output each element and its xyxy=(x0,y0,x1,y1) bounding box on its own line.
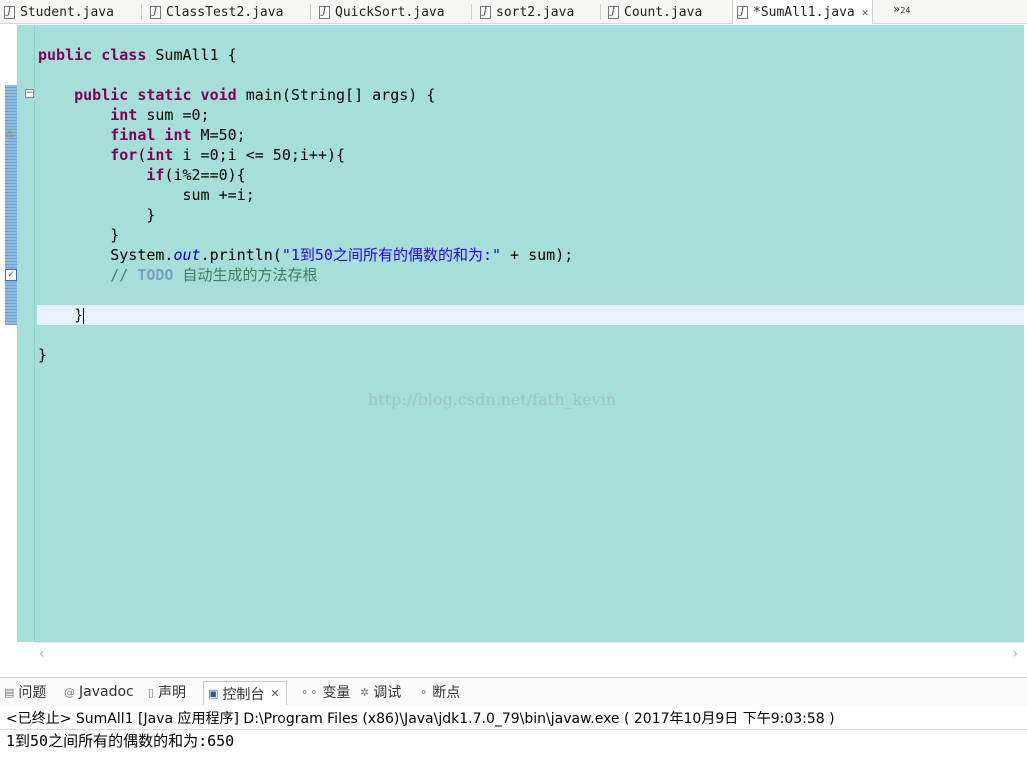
horizontal-scrollbar[interactable]: ‹ › xyxy=(35,642,1024,664)
console-icon: ▣ xyxy=(208,687,219,700)
tab-label: *SumAll1.java xyxy=(753,4,855,20)
tab-sumall1-java[interactable]: *SumAll1.java ✕ xyxy=(732,0,874,24)
tab-student-java[interactable]: Student.java xyxy=(4,0,114,24)
tab-label: sort2.java xyxy=(496,4,575,20)
tab-divider xyxy=(141,4,142,20)
overflow-count: 24 xyxy=(900,6,911,15)
problems-icon: ▤ xyxy=(4,685,15,699)
tab-divider xyxy=(600,4,601,20)
declaration-icon: ▯ xyxy=(148,685,155,699)
code-line: } xyxy=(38,346,48,364)
tab-divider xyxy=(310,4,311,20)
tab-problems[interactable]: ▤ 问题 xyxy=(4,682,46,702)
task-marker-icon[interactable]: ✓ xyxy=(5,269,17,281)
java-file-icon xyxy=(608,5,619,19)
code-line: } xyxy=(74,306,85,324)
console-process-title: <已终止> SumAll1 [Java 应用程序] D:\Program Fil… xyxy=(6,711,835,727)
javadoc-icon: @ xyxy=(64,685,75,699)
code-line: if(i%2==0){ xyxy=(146,166,246,184)
console-view[interactable]: <已终止> SumAll1 [Java 应用程序] D:\Program Fil… xyxy=(0,705,1027,781)
fold-collapse-icon[interactable]: − xyxy=(25,89,34,98)
code-line: public static void main(String[] args) { xyxy=(74,86,436,104)
tab-javadoc[interactable]: @ Javadoc xyxy=(64,682,134,702)
tab-console[interactable]: ▣ 控制台 ✕ xyxy=(203,681,287,705)
code-line: int sum =0; xyxy=(110,106,210,124)
java-file-icon xyxy=(319,5,330,19)
text-caret xyxy=(83,307,85,324)
tab-count-java[interactable]: Count.java xyxy=(608,0,702,24)
change-bar xyxy=(5,85,17,325)
close-icon[interactable]: ✕ xyxy=(862,6,869,19)
tab-debug[interactable]: ✲ 调试 xyxy=(360,682,401,702)
code-line: } xyxy=(110,226,120,244)
java-file-icon xyxy=(480,5,491,19)
code-line: sum +=i; xyxy=(182,186,255,204)
tab-label: Student.java xyxy=(20,4,114,20)
code-line: final int M=50; xyxy=(110,126,246,144)
warning-marker-icon[interactable]: ⚠ xyxy=(5,129,17,141)
code-editor[interactable]: ⚠ ✓ − public class SumAll1 { public stat… xyxy=(0,25,1027,665)
tab-declaration[interactable]: ▯ 声明 xyxy=(148,682,186,702)
java-file-icon xyxy=(150,5,161,19)
close-icon[interactable]: ✕ xyxy=(270,687,279,700)
tab-overflow-button[interactable]: »24 xyxy=(893,2,911,16)
view-tab-bar: ▤ 问题 @ Javadoc ▯ 声明 ▣ 控制台 ✕ ⚬⚬ 变量 ✲ 调试 ⚬… xyxy=(0,677,1027,705)
tab-sort2-java[interactable]: sort2.java xyxy=(480,0,574,24)
tab-label: Count.java xyxy=(624,4,703,20)
scroll-right-icon[interactable]: › xyxy=(1012,646,1018,662)
breakpoints-icon: ⚬ xyxy=(419,685,429,699)
tab-breakpoints[interactable]: ⚬ 断点 xyxy=(419,682,460,702)
tab-classtest2-java[interactable]: ClassTest2.java xyxy=(150,0,283,24)
java-file-icon xyxy=(4,5,15,19)
tab-variables[interactable]: ⚬⚬ 变量 xyxy=(300,682,350,702)
current-line-highlight xyxy=(37,305,1024,325)
tab-label: QuickSort.java xyxy=(335,4,445,20)
code-line: for(int i =0;i <= 50;i++){ xyxy=(110,146,346,164)
scroll-left-icon[interactable]: ‹ xyxy=(39,646,45,662)
code-comment-line: // TODO 自动生成的方法存根 xyxy=(110,266,318,284)
variables-icon: ⚬⚬ xyxy=(300,685,319,699)
tab-label: ClassTest2.java xyxy=(166,4,284,20)
console-output: 1到50之间所有的偶数的和为:650 xyxy=(6,732,235,750)
code-line: System.out.println("1到50之间所有的偶数的和为:" + s… xyxy=(110,246,574,264)
code-line: public class SumAll1 { xyxy=(38,46,237,64)
tab-divider xyxy=(471,4,472,20)
debug-icon: ✲ xyxy=(360,685,370,699)
watermark: http://blog.csdn.net/fath_kevin xyxy=(368,390,617,409)
java-file-icon xyxy=(737,5,748,19)
code-line: } xyxy=(146,206,156,224)
line-gutter xyxy=(17,25,35,642)
editor-tab-bar: Student.java ClassTest2.java QuickSort.j… xyxy=(0,0,1027,24)
tab-quicksort-java[interactable]: QuickSort.java xyxy=(319,0,445,24)
